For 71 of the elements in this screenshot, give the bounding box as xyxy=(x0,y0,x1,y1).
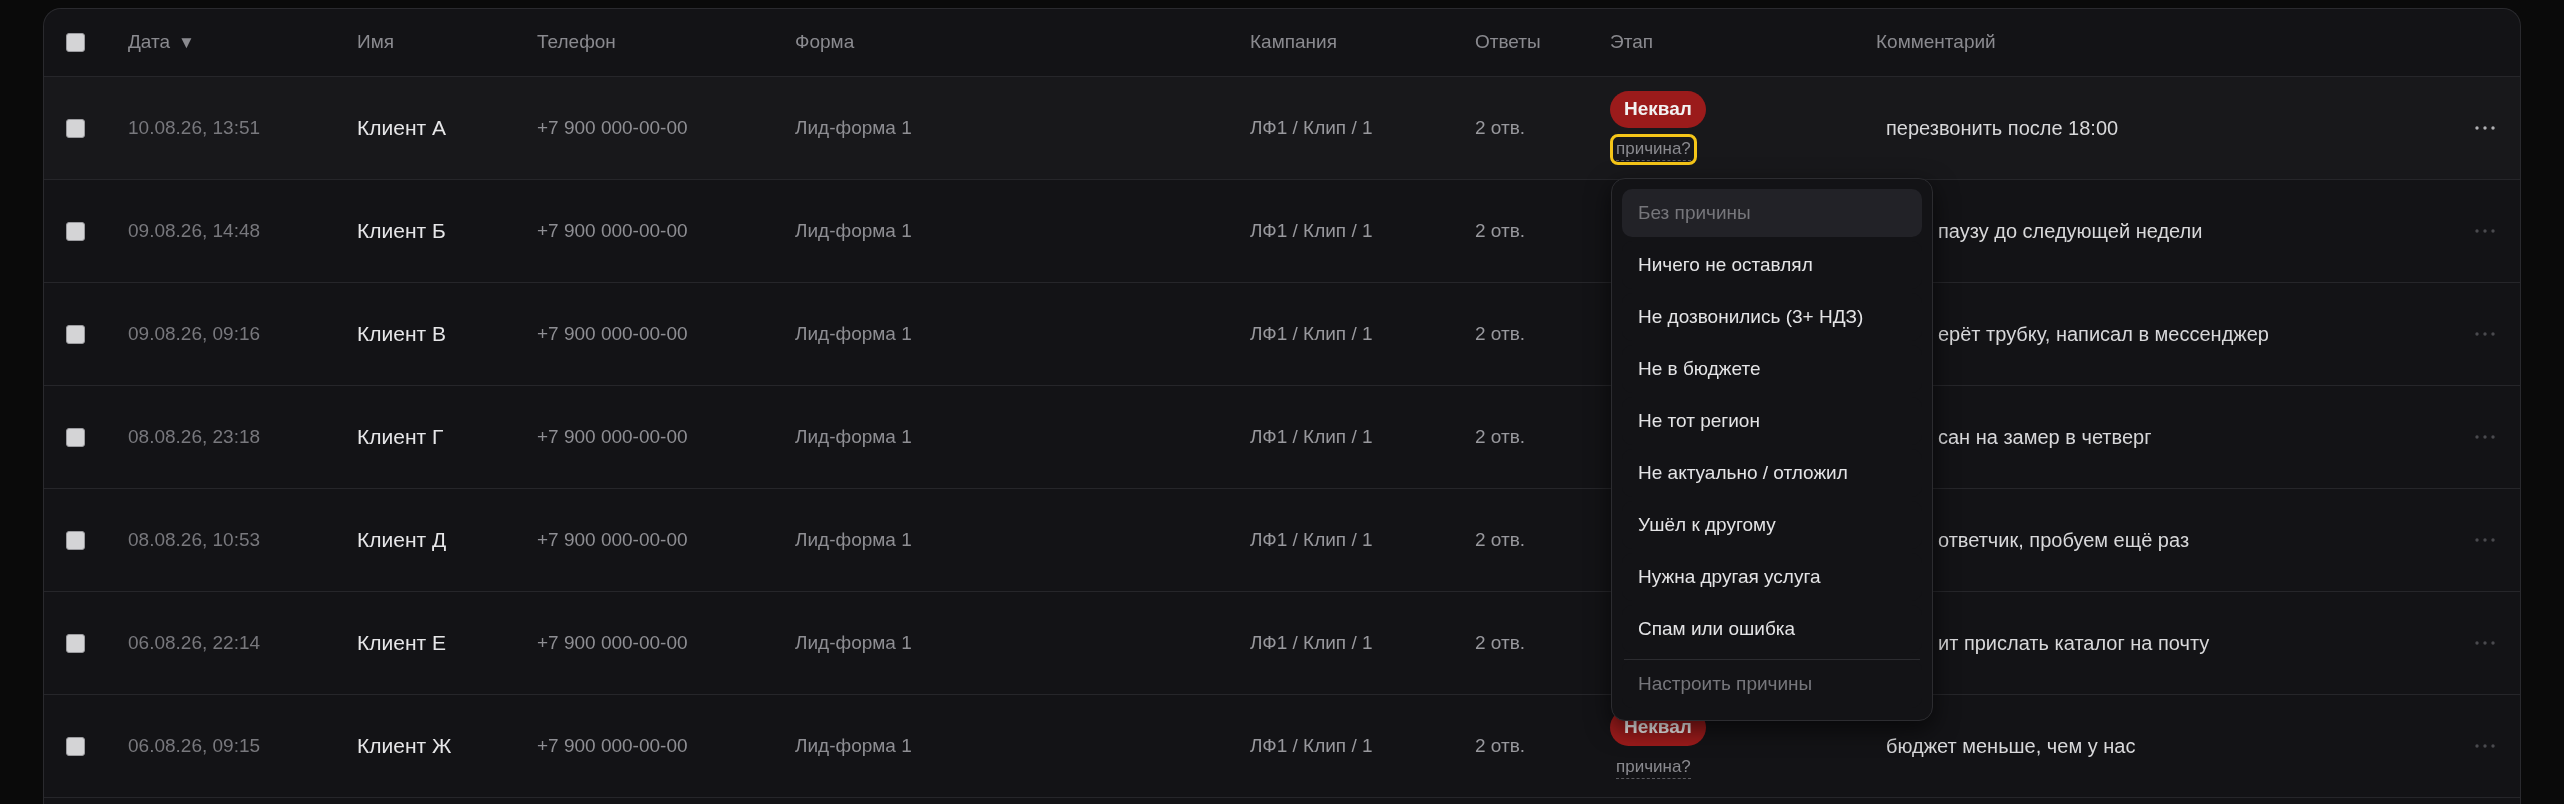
client-name: Клиент Ж xyxy=(357,734,452,758)
form-text: Лид-форма 1 xyxy=(795,631,912,653)
phone-text: +7 900 000-00-00 xyxy=(537,322,688,344)
date-text: 08.08.26, 10:53 xyxy=(128,528,261,550)
comment-text: ит прислать каталог на почту xyxy=(1938,632,2210,654)
comment-text: паузу до следующей недели xyxy=(1938,220,2203,242)
form-text: Лид-форма 1 xyxy=(795,322,912,344)
campaign-text: ЛФ1 / Клип / 1 xyxy=(1250,425,1373,447)
campaign-text: ЛФ1 / Клип / 1 xyxy=(1250,116,1373,138)
phone-text: +7 900 000-00-00 xyxy=(537,219,688,241)
campaign-text: ЛФ1 / Клип / 1 xyxy=(1250,734,1373,756)
answers-text: 2 отв. xyxy=(1475,116,1526,138)
checkbox[interactable] xyxy=(66,221,85,241)
answers-text: 2 отв. xyxy=(1475,425,1526,447)
date-text: 09.08.26, 09:16 xyxy=(128,322,261,344)
reason-link[interactable]: причина? xyxy=(1610,751,1697,783)
checkbox[interactable] xyxy=(66,427,85,447)
date-text: 08.08.26, 23:18 xyxy=(128,425,261,447)
phone-text: +7 900 000-00-00 xyxy=(537,425,688,447)
client-name: Клиент Д xyxy=(357,528,447,552)
column-header: Этап xyxy=(1610,30,1653,55)
comment-text: перезвонить после 18:00 xyxy=(1886,117,2119,139)
answers-text: 2 отв. xyxy=(1475,219,1526,241)
client-name: Клиент В xyxy=(357,322,446,346)
campaign-text: ЛФ1 / Клип / 1 xyxy=(1250,322,1373,344)
phone-text: +7 900 000-00-00 xyxy=(537,116,688,138)
reason-link[interactable]: причина? xyxy=(1610,133,1697,165)
answers-text: 2 отв. xyxy=(1475,631,1526,653)
date-text: 10.08.26, 13:51 xyxy=(128,116,261,138)
column-header: Кампания xyxy=(1250,30,1337,55)
form-text: Лид-форма 1 xyxy=(795,219,912,241)
form-text: Лид-форма 1 xyxy=(795,528,912,550)
comment-text: ерёт трубку, написал в мессенджер xyxy=(1938,323,2269,345)
checkbox[interactable] xyxy=(66,118,85,138)
stage-badge[interactable]: Неквал xyxy=(1610,91,1706,128)
campaign-text: ЛФ1 / Клип / 1 xyxy=(1250,631,1373,653)
checkbox[interactable] xyxy=(66,736,85,756)
checkbox[interactable] xyxy=(66,324,85,344)
column-header: Комментарий xyxy=(1876,30,1996,55)
checkbox[interactable] xyxy=(66,530,85,550)
date-text: 06.08.26, 22:14 xyxy=(128,631,261,653)
column-header: Форма xyxy=(795,30,855,55)
campaign-text: ЛФ1 / Клип / 1 xyxy=(1250,528,1373,550)
form-text: Лид-форма 1 xyxy=(795,425,912,447)
sort-icon[interactable]: ▼ xyxy=(178,29,195,56)
client-name: Клиент Е xyxy=(357,631,446,655)
column-header: Имя xyxy=(357,30,394,55)
answers-text: 2 отв. xyxy=(1475,528,1526,550)
checkbox[interactable] xyxy=(66,633,85,653)
phone-text: +7 900 000-00-00 xyxy=(537,528,688,550)
comment-text: бюджет меньше, чем у нас xyxy=(1886,735,2136,757)
column-header: Телефон xyxy=(537,30,616,55)
client-name: Клиент Г xyxy=(357,425,444,449)
comment-text: ответчик, пробуем ещё раз xyxy=(1938,529,2190,551)
checkbox[interactable] xyxy=(66,33,85,52)
comment-text: сан на замер в четверг xyxy=(1938,426,2152,448)
date-text: 09.08.26, 14:48 xyxy=(128,219,261,241)
client-name: Клиент А xyxy=(357,116,446,140)
answers-text: 2 отв. xyxy=(1475,734,1526,756)
column-header[interactable]: Дата xyxy=(128,28,171,57)
client-name: Клиент Б xyxy=(357,219,446,243)
phone-text: +7 900 000-00-00 xyxy=(537,631,688,653)
campaign-text: ЛФ1 / Клип / 1 xyxy=(1250,219,1373,241)
answers-text: 2 отв. xyxy=(1475,322,1526,344)
menu-item[interactable]: Без причины xyxy=(1622,189,1922,237)
more-icon[interactable] xyxy=(2474,125,2496,131)
form-text: Лид-форма 1 xyxy=(795,734,912,756)
column-header: Ответы xyxy=(1475,30,1541,55)
phone-text: +7 900 000-00-00 xyxy=(537,734,688,756)
form-text: Лид-форма 1 xyxy=(795,116,912,138)
date-text: 06.08.26, 09:15 xyxy=(128,734,261,756)
